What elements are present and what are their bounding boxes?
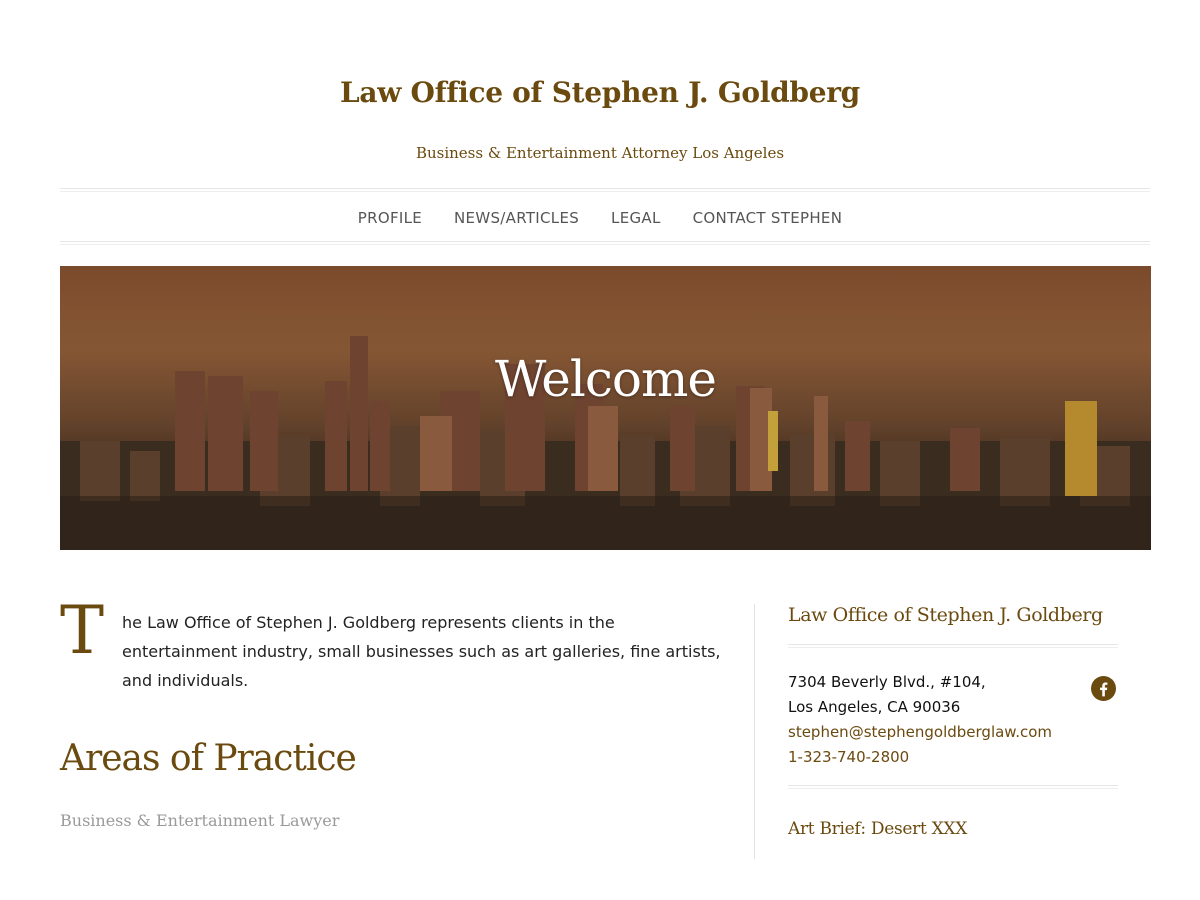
- art-brief-post-link[interactable]: Art Brief: Desert XXX: [788, 819, 1118, 839]
- sidebar-divider: [754, 604, 755, 859]
- nav-item-legal[interactable]: LEGAL: [611, 204, 661, 232]
- nav-item-contact-stephen[interactable]: CONTACT STEPHEN: [693, 204, 843, 232]
- nav-item-profile[interactable]: PROFILE: [358, 204, 422, 232]
- city-skyline-image: [60, 266, 1151, 550]
- hero-title: Welcome: [494, 350, 717, 408]
- hero-banner: Welcome: [60, 266, 1151, 550]
- practice-subheading: Business & Entertainment Lawyer: [60, 811, 340, 830]
- email-link[interactable]: stephen@stephengoldberglaw.com: [788, 720, 1118, 745]
- contact-block: 7304 Beverly Blvd., #104, Los Angeles, C…: [788, 648, 1118, 785]
- intro-section: T he Law Office of Stephen J. Goldberg r…: [60, 592, 730, 695]
- site-title[interactable]: Law Office of Stephen J. Goldberg: [0, 76, 1200, 109]
- sidebar: Law Office of Stephen J. Goldberg 7304 B…: [788, 604, 1118, 839]
- nav-item-news-articles[interactable]: NEWS/ARTICLES: [454, 204, 579, 232]
- sidebar-rule-bottom: [788, 785, 1118, 789]
- drop-cap: T: [60, 592, 105, 669]
- address-line-2: Los Angeles, CA 90036: [788, 698, 961, 716]
- main-navigation: PROFILE NEWS/ARTICLES LEGAL CONTACT STEP…: [0, 204, 1200, 232]
- address-line-1: 7304 Beverly Blvd., #104,: [788, 673, 986, 691]
- phone-link[interactable]: 1-323-740-2800: [788, 745, 1118, 770]
- intro-paragraph: he Law Office of Stephen J. Goldberg rep…: [122, 613, 721, 690]
- nav-top-rule: [60, 188, 1150, 192]
- site-tagline: Business & Entertainment Attorney Los An…: [415, 144, 785, 162]
- facebook-icon[interactable]: [1091, 676, 1116, 701]
- areas-of-practice-heading: Areas of Practice: [60, 738, 357, 779]
- nav-bottom-rule: [60, 241, 1150, 245]
- sidebar-title: Law Office of Stephen J. Goldberg: [788, 604, 1103, 626]
